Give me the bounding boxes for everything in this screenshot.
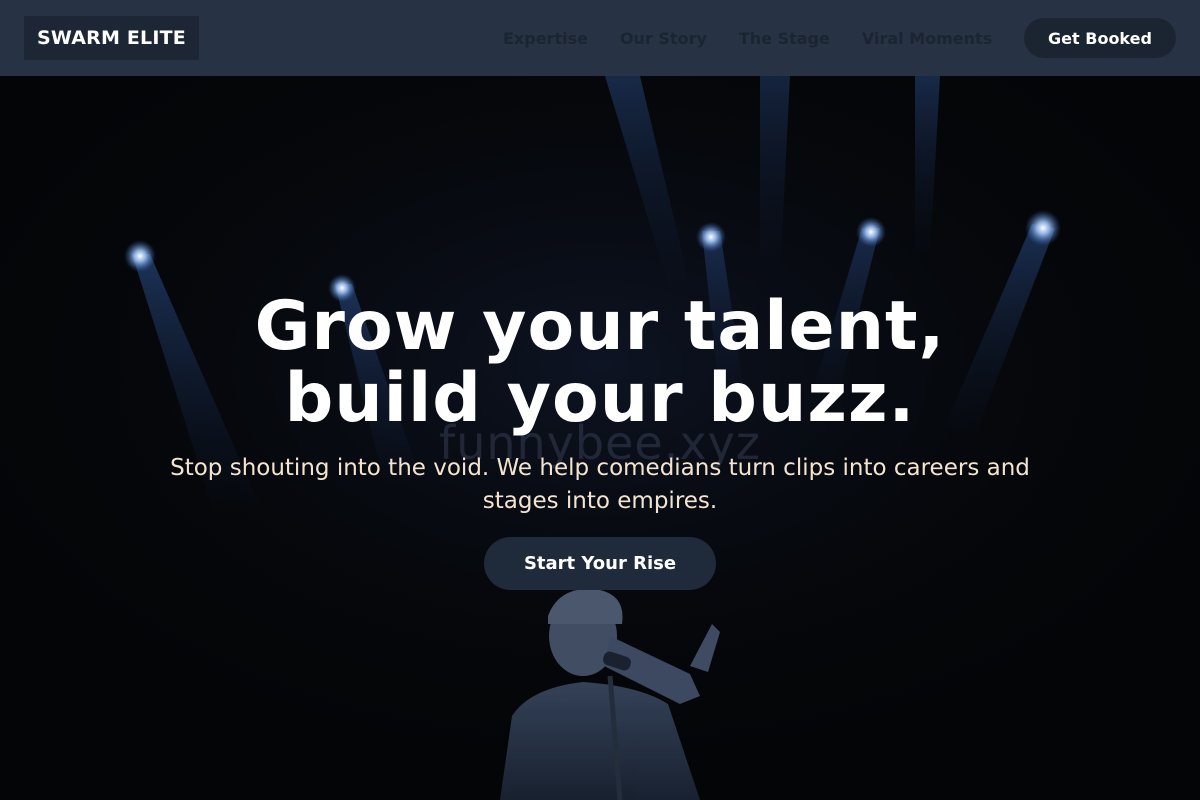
nav-link-the-stage[interactable]: The Stage <box>739 25 830 52</box>
nav-link-expertise[interactable]: Expertise <box>503 25 588 52</box>
landing-page: SWARM ELITE Expertise Our Story The Stag… <box>0 0 1200 800</box>
hero-subheadline: Stop shouting into the void. We help com… <box>170 455 1030 514</box>
start-your-rise-button[interactable]: Start Your Rise <box>484 537 716 590</box>
hero-headline-line-2: build your buzz. <box>284 359 916 438</box>
get-booked-button[interactable]: Get Booked <box>1024 18 1176 58</box>
hero-headline: Grow your talent, build your buzz. <box>0 291 1200 435</box>
hero-section: funnybee.xyz Grow your talent, build you… <box>0 76 1200 800</box>
nav-link-viral-moments[interactable]: Viral Moments <box>862 25 992 52</box>
primary-nav: Expertise Our Story The Stage Viral Mome… <box>487 0 1024 76</box>
nav-link-our-story[interactable]: Our Story <box>620 25 707 52</box>
site-logo[interactable]: SWARM ELITE <box>24 16 199 60</box>
navbar: SWARM ELITE Expertise Our Story The Stag… <box>0 0 1200 76</box>
hero-headline-line-1: Grow your talent, <box>254 287 946 366</box>
